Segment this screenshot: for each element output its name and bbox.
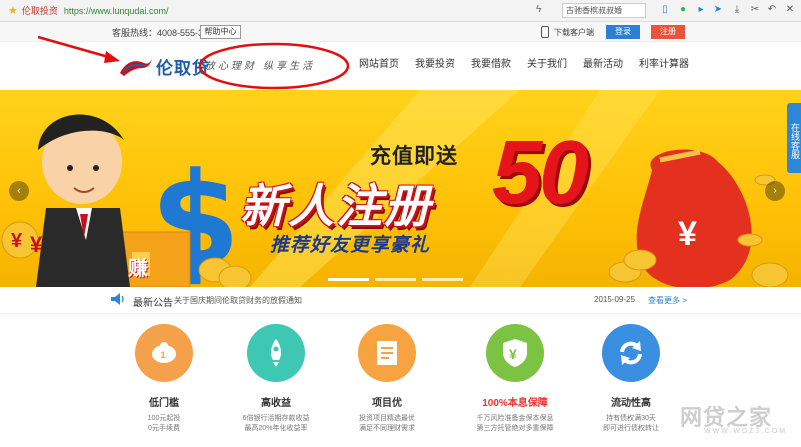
bookmark-star-icon[interactable]: ★ [8, 4, 18, 17]
yen-coin-icon: ¥ [30, 232, 43, 257]
carousel-dot[interactable] [375, 278, 416, 281]
download-icon[interactable]: ⤓ [730, 3, 744, 17]
feature-name: 项目优 [372, 398, 402, 409]
carousel-prev-button[interactable]: ‹ [9, 181, 29, 201]
feature-high-return: 高收益 6倍银行活期存款收益 最高20%年化收益率 [216, 324, 336, 434]
nav-about[interactable]: 关于我们 [527, 42, 567, 90]
feature-desc: 即可进行债权转让 [603, 425, 659, 432]
site-header: 伦取贷 放心理财 纵享生活 网站首页 我要投资 我要借款 关于我们 最新活动 利… [0, 42, 801, 90]
browser-toolbar: ★ 伦取投资 https://www.lunqudai.com/ ϟ 古驰香槟叔… [0, 0, 801, 22]
banner-subtitle: 充值即送 [370, 145, 458, 168]
site-logo[interactable]: 伦取贷 [118, 50, 210, 82]
service-hotline: 客服热线：4008-555-355 [112, 28, 214, 38]
earn-char: 赚 [128, 258, 148, 280]
cut-icon[interactable]: ✂ [748, 3, 762, 17]
online-service-tab[interactable]: 在线客服 [787, 103, 801, 173]
feature-desc: 最高20%年化收益率 [244, 425, 308, 432]
chat-icon[interactable]: ● [676, 3, 690, 17]
feature-desc: 0元手续费 [148, 425, 180, 432]
announcement-bar: 最新公告 关于国庆期间伦取贷财务的放假通知 2015-09-25 查看更多 > [0, 287, 801, 314]
site-name: 伦取投资 [21, 6, 58, 16]
piggy-bank-icon: 1 [135, 324, 193, 382]
kangaroo-logo-icon [120, 58, 152, 76]
feature-quality-projects: 项目优 投资项目精选最优 满足不同理财需求 [327, 324, 447, 434]
svg-text:¥: ¥ [509, 346, 517, 362]
top-info-bar: 客服热线：4008-555-355 帮助中心 下载客户端 登录 注册 [0, 22, 801, 42]
refresh-icon [602, 324, 660, 382]
lightning-icon[interactable]: ϟ [536, 4, 541, 15]
nav-calculator[interactable]: 利率计算器 [639, 42, 689, 90]
nav-invest[interactable]: 我要投资 [415, 42, 455, 90]
feature-desc: 千万风险准备金保本保息 [476, 415, 554, 422]
register-button[interactable]: 注册 [651, 25, 685, 39]
mobile-phone-icon [541, 26, 549, 38]
carousel-indicators [328, 278, 469, 281]
svg-text:¥: ¥ [11, 230, 23, 252]
nav-borrow[interactable]: 我要借款 [471, 42, 511, 90]
help-center-button[interactable]: 帮助中心 [200, 25, 241, 39]
undo-icon[interactable]: ↶ [765, 3, 779, 17]
view-more-link[interactable]: 查看更多 > [648, 295, 687, 306]
announcement-date: 2015-09-25 [594, 295, 635, 304]
banner-amount: 50 [492, 123, 589, 223]
play-icon[interactable]: ▸ [694, 3, 708, 17]
rocket-icon [247, 324, 305, 382]
announcement-text[interactable]: 关于国庆期间伦取贷财务的放假通知 [174, 295, 302, 306]
feature-desc: 投资项目精选最优 [359, 415, 415, 422]
announcement-label: 最新公告 [133, 298, 173, 309]
feature-name: 流动性高 [611, 398, 651, 409]
feature-desc: 100元起投 [147, 415, 181, 422]
carousel-dot[interactable] [422, 278, 463, 281]
feature-desc: 第三方托管绝对多重保障 [476, 425, 554, 432]
feature-desc: 满足不同理财需求 [359, 425, 415, 432]
logo-text: 伦取贷 [156, 58, 210, 78]
nav-activities[interactable]: 最新活动 [583, 42, 623, 90]
banner-title: 新人注册 [240, 180, 432, 232]
carousel-next-button[interactable]: › [765, 181, 785, 201]
feature-desc: 6倍银行活期存款收益 [242, 415, 310, 422]
speaker-icon [111, 293, 124, 305]
svg-text:¥: ¥ [678, 215, 697, 253]
browser-search-input[interactable]: 古驰香槟叔叔婚 [562, 3, 646, 18]
document-icon [358, 324, 416, 382]
svg-text:1: 1 [161, 350, 166, 360]
main-nav: 网站首页 我要投资 我要借款 关于我们 最新活动 利率计算器 [359, 42, 705, 90]
download-client-link[interactable]: 下载客户端 [554, 27, 594, 38]
watermark-url: WWW.WDZJ.COM [704, 428, 788, 435]
carousel-dot[interactable] [328, 278, 369, 281]
shield-yen-icon: ¥ [486, 324, 544, 382]
feature-low-threshold: 1 低门槛 100元起投 0元手续费 [104, 324, 224, 434]
feature-name: 高收益 [261, 398, 291, 409]
promo-banner[interactable]: $ ¥ ¥ ¥ 赚 充值即送 新人注册 50 推荐好友更享豪礼 ‹ › [0, 90, 801, 287]
feature-guarantee: ¥ 100%本息保障 千万风险准备金保本保息 第三方托管绝对多重保障 [455, 324, 575, 434]
site-slogan: 放心理财 纵享生活 [205, 61, 316, 72]
feature-name: 低门槛 [149, 398, 179, 409]
banner-note: 推荐好友更享豪礼 [270, 235, 431, 256]
send-icon[interactable]: ➤ [711, 3, 725, 17]
address-bar[interactable]: https://www.lunqudai.com/ [64, 6, 169, 16]
feature-desc: 持有债权满30天 [606, 415, 656, 422]
note-icon[interactable]: ▯ [658, 3, 672, 17]
close-icon[interactable]: ✕ [783, 3, 797, 17]
feature-liquidity: 流动性高 持有债权满30天 即可进行债权转让 [571, 324, 691, 434]
feature-name: 100%本息保障 [482, 398, 548, 409]
login-button[interactable]: 登录 [606, 25, 640, 39]
nav-home[interactable]: 网站首页 [359, 42, 399, 90]
